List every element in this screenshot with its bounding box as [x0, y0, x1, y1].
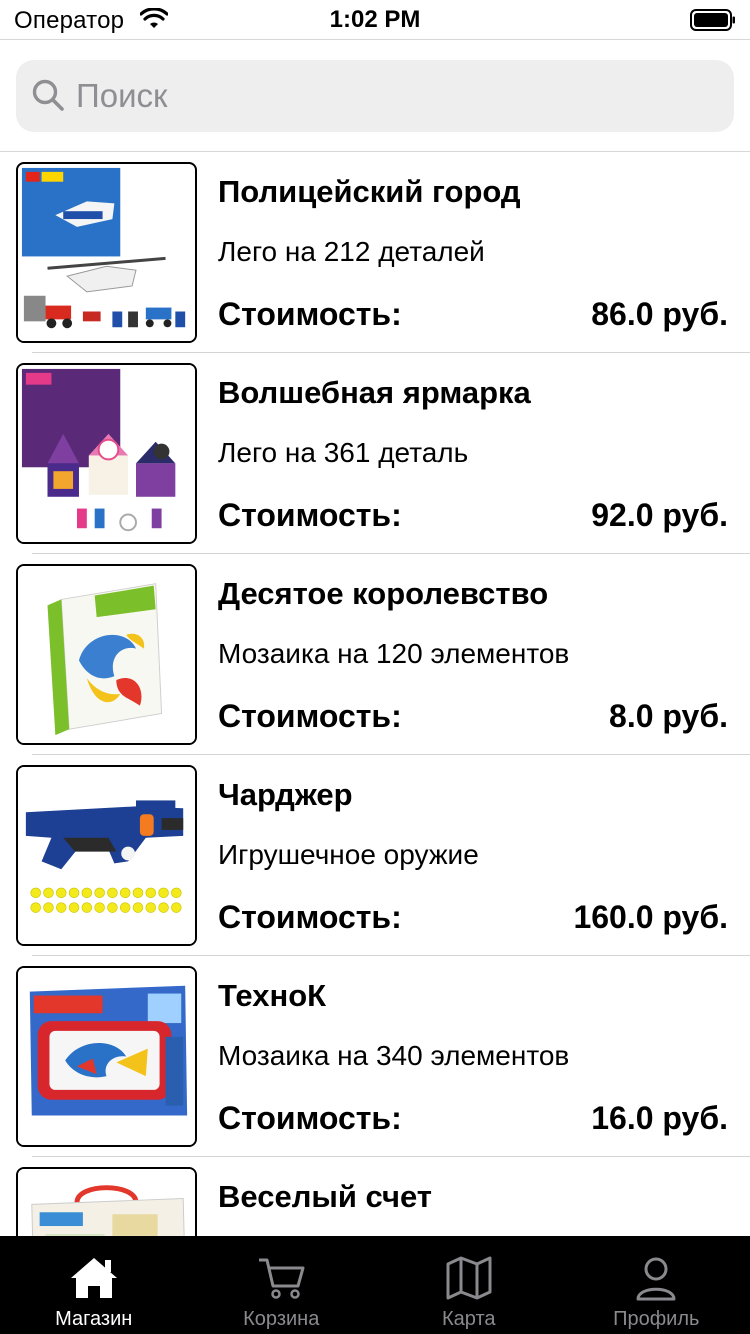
product-name: Десятое королевство	[218, 576, 549, 611]
price-value: 8.0 руб.	[609, 698, 728, 734]
price-label: Стоимость:	[218, 698, 402, 734]
product-name: Волшебная ярмарка	[218, 375, 531, 410]
product-row[interactable]: Десятое королевство Мозаика на 120 элеме…	[0, 554, 750, 755]
product-description: Мозаика на 340 элементов	[218, 1040, 570, 1071]
toy-blaster-icon	[18, 767, 195, 944]
product-row[interactable]: ТехноК Мозаика на 340 элементов Стоимост…	[0, 956, 750, 1157]
home-icon	[70, 1258, 117, 1298]
product-list[interactable]: Полицейский город Лего на 212 деталей Ст…	[0, 152, 750, 1236]
tab-cart[interactable]: Корзина	[188, 1236, 376, 1334]
cart-icon	[259, 1258, 305, 1299]
price-label: Стоимость:	[218, 296, 402, 332]
product-image	[16, 765, 197, 946]
price-value: 160.0 руб.	[573, 899, 728, 935]
tab-label: Профиль	[613, 1308, 700, 1330]
product-description: Лего на 361 деталь	[218, 437, 469, 468]
search-icon	[32, 79, 64, 111]
mosaic-set-box-icon	[18, 968, 195, 1145]
product-image	[16, 966, 197, 1147]
clock: 1:02 PM	[329, 6, 421, 33]
mosaic-box-icon	[18, 566, 195, 743]
puzzle-box-icon	[18, 1169, 195, 1236]
lego-city-police-box-icon	[18, 167, 195, 341]
product-row[interactable]: Полицейский город Лего на 212 деталей Ст…	[0, 152, 750, 353]
lego-friends-fair-box-icon	[18, 365, 195, 542]
product-name: Чарджер	[218, 777, 353, 812]
status-bar: Оператор 1:02 PM	[0, 0, 750, 40]
tab-profile[interactable]: Профиль	[563, 1236, 750, 1334]
price-value: 16.0 руб.	[591, 1100, 728, 1136]
tab-bar: Магазин Корзина Карта Профиль	[0, 1236, 750, 1334]
product-image	[16, 363, 197, 544]
search-input[interactable]	[76, 60, 716, 132]
product-image	[16, 1167, 197, 1236]
price-value: 92.0 руб.	[591, 497, 728, 533]
product-image	[16, 162, 197, 343]
product-row[interactable]: Волшебная ярмарка Лего на 361 деталь Сто…	[0, 353, 750, 554]
map-icon	[446, 1256, 492, 1300]
product-description: Игрушечное оружие	[218, 839, 479, 870]
product-name: Полицейский город	[218, 174, 521, 209]
tab-label: Карта	[441, 1308, 496, 1330]
product-name: ТехноК	[218, 978, 327, 1013]
product-row[interactable]: Чарджер Игрушечное оружие Стоимость: 160…	[0, 755, 750, 956]
price-label: Стоимость:	[218, 497, 402, 533]
product-row[interactable]: Веселый счет	[0, 1157, 750, 1236]
product-description: Мозаика на 120 элементов	[218, 638, 570, 669]
tab-map[interactable]: Карта	[375, 1236, 563, 1334]
product-name: Веселый счет	[218, 1179, 432, 1214]
profile-icon	[636, 1257, 676, 1301]
price-value: 86.0 руб.	[591, 296, 728, 332]
tab-shop[interactable]: Магазин	[0, 1236, 188, 1334]
search-bar[interactable]	[16, 60, 734, 132]
tab-label: Корзина	[243, 1308, 320, 1330]
battery-icon	[690, 9, 735, 31]
tab-label: Магазин	[55, 1308, 133, 1330]
price-label: Стоимость:	[218, 1100, 402, 1136]
product-description: Лего на 212 деталей	[218, 236, 485, 267]
price-label: Стоимость:	[218, 899, 402, 935]
product-image	[16, 564, 197, 745]
